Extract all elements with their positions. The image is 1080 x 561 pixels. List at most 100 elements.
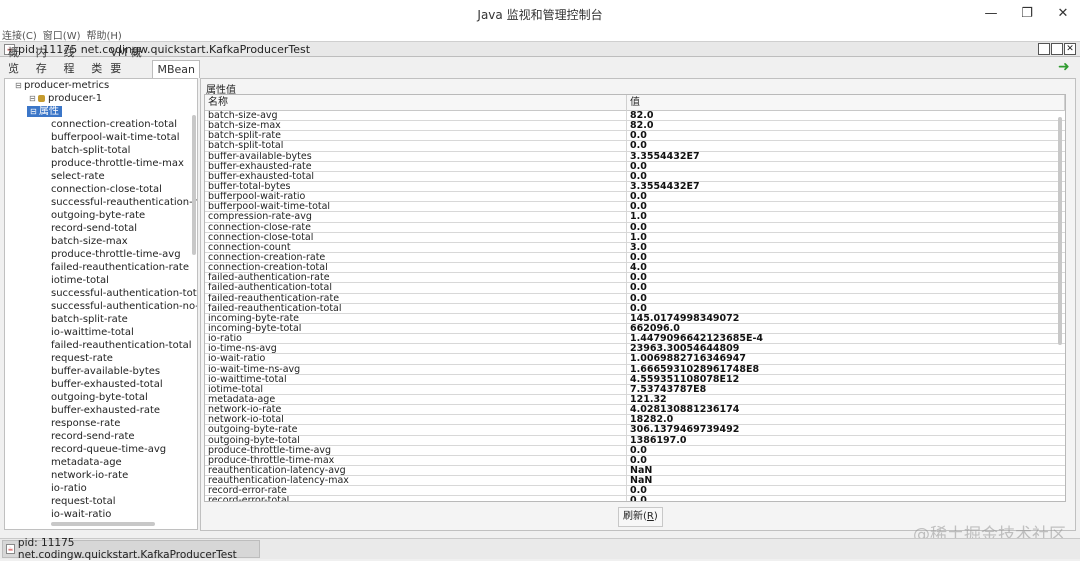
mbean-tree[interactable]: ⊟ producer-metrics ⊟ producer-1 ⊟ 属性 connec…	[4, 78, 198, 530]
table-row[interactable]: produce-throttle-time-max 0.0	[205, 455, 1065, 466]
tree-leaf-item[interactable]: produce-throttle-time-avg	[5, 248, 197, 261]
tree-leaf-item[interactable]: successful-authentication-total	[5, 287, 197, 300]
table-row[interactable]: record-error-total 0.0	[205, 496, 1065, 501]
column-header-value[interactable]: 值	[627, 95, 1065, 111]
table-row[interactable]: metadata-age 121.32	[205, 394, 1065, 406]
table-row[interactable]: connection-count 3.0	[205, 242, 1065, 253]
tree-leaf-item[interactable]: record-queue-time-avg	[5, 443, 197, 456]
tree-leaf-item[interactable]: network-io-rate	[5, 469, 197, 482]
tree-leaf-item[interactable]: batch-split-total	[5, 144, 197, 157]
tree-leaf-item[interactable]: failed-reauthentication-total	[5, 339, 197, 352]
tree-leaf-item[interactable]: connection-creation-total	[5, 118, 197, 131]
taskbar-item[interactable]: ☕ pid: 11175 net.codingw.quickstart.Kafk…	[2, 537, 260, 561]
tree-node-producer-metrics[interactable]: ⊟ producer-metrics	[5, 79, 197, 92]
tree-leaf-item[interactable]: produce-throttle-time-max	[5, 157, 197, 170]
table-row[interactable]: connection-creation-total 4.0	[205, 263, 1065, 274]
table-row[interactable]: iotime-total 7.53743787E8	[205, 384, 1065, 395]
table-row[interactable]: batch-size-max 82.0	[205, 121, 1065, 132]
menu-connection[interactable]: 连接(C)	[2, 27, 37, 42]
table-row[interactable]: failed-authentication-total 0.0	[205, 283, 1065, 294]
tree-leaf-item[interactable]: batch-size-max	[5, 235, 197, 248]
column-header-name[interactable]: 名称	[205, 95, 627, 111]
tree-leaf-item[interactable]: select-rate	[5, 170, 197, 183]
tree-leaf-item[interactable]: record-send-total	[5, 222, 197, 235]
tab-memory[interactable]: 内存	[32, 42, 60, 78]
table-row[interactable]: io-wait-ratio 1.0069882716346947	[205, 354, 1065, 365]
tree-leaf-item[interactable]: successful-authentication-no-re	[5, 300, 197, 313]
minimize-button[interactable]: —	[980, 2, 1002, 24]
table-row[interactable]: reauthentication-latency-avg NaN	[205, 465, 1065, 477]
inner-close-button[interactable]: ✕	[1064, 43, 1076, 55]
collapse-icon[interactable]: ⊟	[30, 105, 39, 118]
table-row[interactable]: failed-reauthentication-rate 0.0	[205, 293, 1065, 304]
table-row[interactable]: buffer-available-bytes 3.3554432E7	[205, 151, 1065, 162]
table-row[interactable]: bufferpool-wait-ratio 0.0	[205, 192, 1065, 203]
table-row[interactable]: connection-close-rate 0.0	[205, 222, 1065, 233]
attribute-table[interactable]: 名称 值 batch-size-avg 82.0 batch-size-max 82.…	[204, 94, 1066, 502]
tree-leaf-item[interactable]: record-send-rate	[5, 430, 197, 443]
tree-leaf-item[interactable]: io-waittime-total	[5, 326, 197, 339]
collapse-icon[interactable]: ⊟	[15, 79, 24, 92]
tab-mbean[interactable]: MBean	[152, 60, 201, 78]
table-row[interactable]: record-error-rate 0.0	[205, 486, 1065, 497]
menu-window[interactable]: 窗口(W)	[43, 27, 81, 42]
tree-leaf-item[interactable]: failed-reauthentication-rate	[5, 261, 197, 274]
tree-leaf-item[interactable]: request-rate	[5, 352, 197, 365]
table-row[interactable]: batch-split-rate 0.0	[205, 131, 1065, 142]
tab-overview[interactable]: 概览	[4, 42, 32, 78]
table-vertical-scrollbar[interactable]	[1058, 117, 1062, 345]
tree-node-attributes[interactable]: ⊟ 属性	[5, 105, 197, 118]
table-row[interactable]: connection-close-total 1.0	[205, 232, 1065, 243]
tree-leaf-item[interactable]: outgoing-byte-total	[5, 391, 197, 404]
table-row[interactable]: outgoing-byte-rate 306.1379469739492	[205, 425, 1065, 436]
tree-leaf-item[interactable]: response-rate	[5, 417, 197, 430]
tree-leaf-item[interactable]: successful-reauthentication-rat	[5, 196, 197, 209]
table-row[interactable]: reauthentication-latency-max NaN	[205, 476, 1065, 487]
tree-leaf-item[interactable]: io-ratio	[5, 482, 197, 495]
collapse-icon[interactable]: ⊟	[29, 92, 38, 105]
table-row[interactable]: buffer-exhausted-rate 0.0	[205, 161, 1065, 172]
table-row[interactable]: io-ratio 1.4479096642123685E-4	[205, 334, 1065, 345]
table-row[interactable]: failed-reauthentication-total 0.0	[205, 303, 1065, 314]
tree-leaf-item[interactable]: iotime-total	[5, 274, 197, 287]
table-row[interactable]: failed-authentication-rate 0.0	[205, 273, 1065, 284]
table-row[interactable]: buffer-exhausted-total 0.0	[205, 171, 1065, 182]
table-row[interactable]: network-io-rate 4.028130881236174	[205, 405, 1065, 416]
table-row[interactable]: incoming-byte-total 662096.0	[205, 323, 1065, 335]
tree-leaf-item[interactable]: bufferpool-wait-time-total	[5, 131, 197, 144]
connect-arrow-icon[interactable]: ➜	[1058, 60, 1072, 74]
tree-leaf-item[interactable]: request-total	[5, 495, 197, 508]
tree-horizontal-scrollbar[interactable]	[51, 522, 155, 526]
table-row[interactable]: produce-throttle-time-avg 0.0	[205, 445, 1065, 456]
tree-vertical-scrollbar[interactable]	[192, 115, 196, 255]
table-row[interactable]: io-waittime-total 4.559351108078E12	[205, 374, 1065, 385]
tab-vm-summary[interactable]: VM 概要	[106, 42, 152, 78]
table-row[interactable]: bufferpool-wait-time-total 0.0	[205, 202, 1065, 213]
tree-leaf-item[interactable]: connection-close-total	[5, 183, 197, 196]
tab-classes[interactable]: 类	[87, 58, 106, 78]
table-row[interactable]: incoming-byte-rate 145.0174998349072	[205, 313, 1065, 324]
table-row[interactable]: network-io-total 18282.0	[205, 415, 1065, 426]
table-row[interactable]: io-wait-time-ns-avg 1.6665931028961748E8	[205, 364, 1065, 375]
tree-node-producer-1[interactable]: ⊟ producer-1	[5, 92, 197, 105]
table-row[interactable]: batch-size-avg 82.0	[205, 111, 1065, 122]
tree-leaf-item[interactable]: io-wait-ratio	[5, 508, 197, 521]
inner-maximize-button[interactable]	[1051, 43, 1063, 55]
tree-leaf-item[interactable]: buffer-exhausted-total	[5, 378, 197, 391]
tree-leaf-item[interactable]: buffer-exhausted-rate	[5, 404, 197, 417]
maximize-button[interactable]: ❐	[1016, 2, 1038, 24]
table-row[interactable]: compression-rate-avg 1.0	[205, 212, 1065, 223]
tree-leaf-item[interactable]: outgoing-byte-rate	[5, 209, 197, 222]
table-row[interactable]: io-time-ns-avg 23963.30054644809	[205, 344, 1065, 355]
table-row[interactable]: batch-split-total 0.0	[205, 141, 1065, 152]
table-row[interactable]: buffer-total-bytes 3.3554432E7	[205, 181, 1065, 193]
close-button[interactable]: ✕	[1052, 2, 1074, 24]
tab-threads[interactable]: 线程	[60, 42, 88, 78]
refresh-button[interactable]: 刷新(R)	[618, 507, 663, 527]
inner-minimize-button[interactable]	[1038, 43, 1050, 55]
table-row[interactable]: outgoing-byte-total 1386197.0	[205, 435, 1065, 446]
tree-leaf-item[interactable]: batch-split-rate	[5, 313, 197, 326]
tree-leaf-item[interactable]: metadata-age	[5, 456, 197, 469]
table-row[interactable]: connection-creation-rate 0.0	[205, 252, 1065, 264]
tree-leaf-item[interactable]: buffer-available-bytes	[5, 365, 197, 378]
